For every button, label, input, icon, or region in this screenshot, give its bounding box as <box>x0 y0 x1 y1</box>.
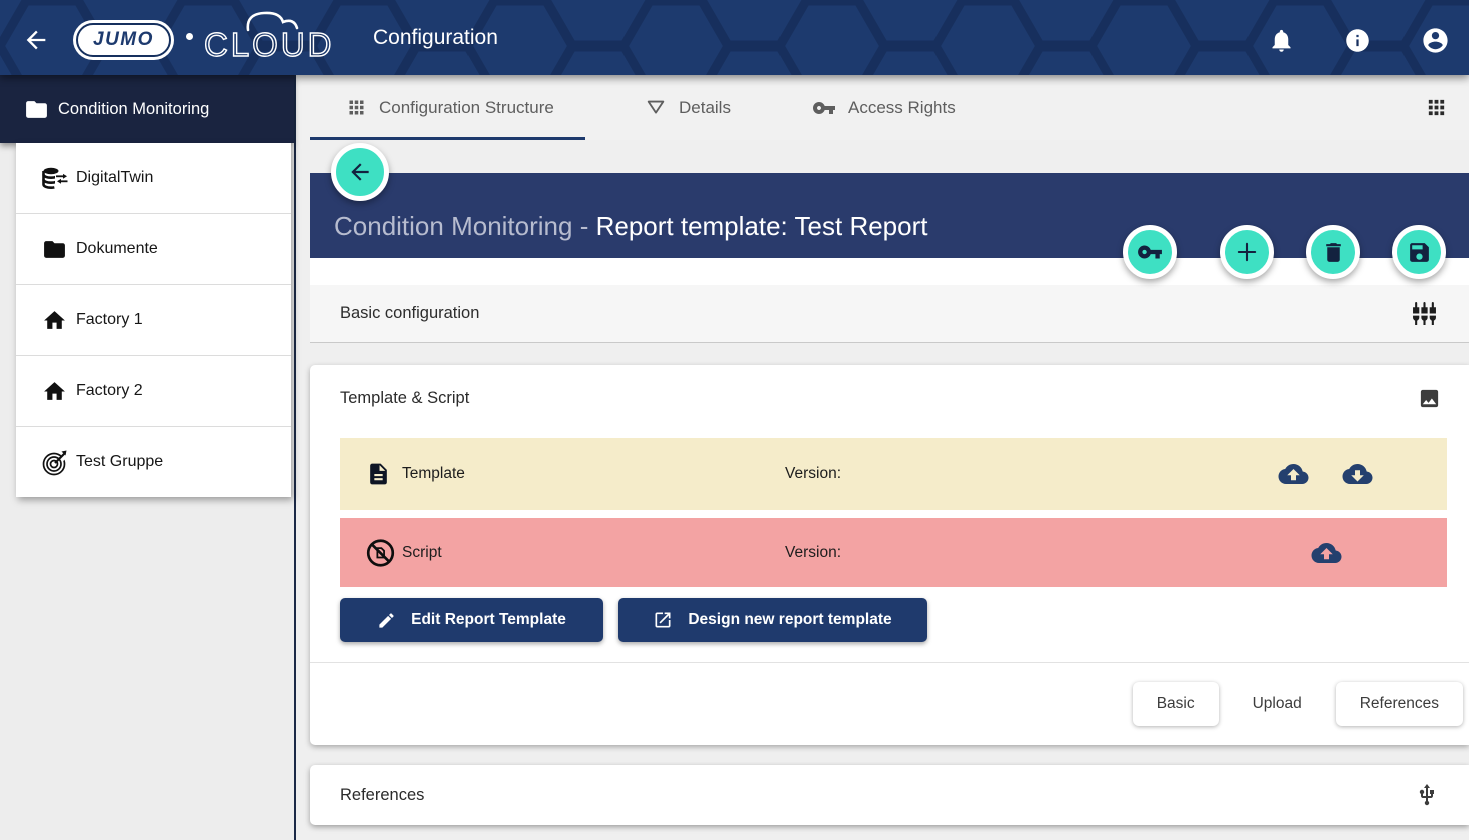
save-fab-button[interactable] <box>1392 225 1446 279</box>
notifications-bell-icon[interactable] <box>1268 27 1295 54</box>
add-fab-button[interactable] <box>1220 225 1274 279</box>
banner-report-title: Report template: Test Report <box>596 211 928 241</box>
toggle-basic[interactable]: Basic <box>1133 682 1219 726</box>
design-new-report-template-button[interactable]: Design new report template <box>618 598 927 642</box>
key-icon <box>812 96 836 120</box>
top-app-bar: JUMO CLOUD Configuration <box>0 0 1469 75</box>
edit-pencil-icon <box>377 611 396 630</box>
navigation-sidebar: Condition Monitoring DigitalTwin Dokumen… <box>0 75 296 840</box>
basic-configuration-panel[interactable]: Basic configuration <box>310 285 1469 343</box>
back-fab-button[interactable] <box>331 143 389 201</box>
open-in-new-icon <box>653 610 673 630</box>
home-icon <box>42 379 67 404</box>
sidebar-item-factory-2[interactable]: Factory 2 <box>16 356 291 427</box>
template-script-card: Template & Script Template Version: <box>310 365 1469 745</box>
tab-label: Configuration Structure <box>379 98 554 118</box>
target-icon <box>42 450 68 476</box>
sidebar-item-label: Test Gruppe <box>76 427 163 497</box>
sidebar-item-factory-1[interactable]: Factory 1 <box>16 285 291 356</box>
cloud-download-icon[interactable] <box>1341 462 1374 487</box>
row-label: Script <box>402 544 442 562</box>
row-label: Template <box>402 465 465 483</box>
cloud-logo: CLOUD <box>200 8 350 68</box>
version-label: Version: <box>785 544 841 562</box>
script-disabled-icon <box>366 538 395 567</box>
banner-footer-strip <box>310 258 1469 285</box>
view-toggle-group: Basic Upload References <box>1133 681 1463 727</box>
funnel-icon <box>645 97 667 119</box>
toggle-references[interactable]: References <box>1336 682 1463 726</box>
grid-apps-icon[interactable] <box>1425 96 1448 119</box>
cloud-upload-icon[interactable] <box>1310 540 1343 565</box>
sidebar-item-label: Dokumente <box>76 214 158 284</box>
sidebar-items-card: DigitalTwin Dokumente Factory 1 Factory … <box>16 143 291 497</box>
panel-label: Basic configuration <box>340 285 479 342</box>
card-title: Template & Script <box>340 389 469 408</box>
tab-bar: Configuration Structure Details Access R… <box>296 75 1469 140</box>
sidebar-item-label: DigitalTwin <box>76 143 153 213</box>
banner-title: Condition Monitoring - Report template: … <box>334 211 927 242</box>
back-arrow-icon[interactable] <box>22 26 50 54</box>
document-icon <box>366 462 391 487</box>
tab-label: Access Rights <box>848 98 956 118</box>
sidebar-header-condition-monitoring[interactable]: Condition Monitoring <box>0 75 294 143</box>
tab-access-rights[interactable]: Access Rights <box>812 75 956 140</box>
version-label: Version: <box>785 465 841 483</box>
jumo-logo: JUMO <box>76 23 171 57</box>
database-sync-icon <box>42 166 68 191</box>
sidebar-item-test-gruppe[interactable]: Test Gruppe <box>16 427 291 497</box>
edit-report-template-button[interactable]: Edit Report Template <box>340 598 603 642</box>
sidebar-item-label: Factory 1 <box>76 285 143 355</box>
button-label: Edit Report Template <box>411 611 566 629</box>
account-icon[interactable] <box>1421 26 1450 55</box>
button-label: Design new report template <box>688 611 891 629</box>
sidebar-header-label: Condition Monitoring <box>58 75 209 143</box>
tab-details[interactable]: Details <box>645 75 731 140</box>
access-rights-fab-button[interactable] <box>1123 225 1177 279</box>
main-content: Configuration Structure Details Access R… <box>296 75 1469 840</box>
save-icon <box>1407 240 1432 265</box>
card-divider <box>310 662 1469 663</box>
key-icon <box>1137 239 1163 265</box>
delete-icon <box>1321 240 1346 265</box>
tab-configuration-structure[interactable]: Configuration Structure <box>346 75 554 140</box>
folder-icon <box>42 237 67 262</box>
page-title: Configuration <box>373 0 498 75</box>
sidebar-item-label: Factory 2 <box>76 356 143 426</box>
detail-banner: Condition Monitoring - Report template: … <box>310 173 1469 258</box>
toggle-upload[interactable]: Upload <box>1247 682 1308 726</box>
banner-breadcrumb: Condition Monitoring - <box>334 211 596 241</box>
tab-label: Details <box>679 98 731 118</box>
sidebar-item-dokumente[interactable]: Dokumente <box>16 214 291 285</box>
cloud-upload-icon[interactable] <box>1277 462 1310 487</box>
back-arrow-icon <box>347 159 373 185</box>
add-icon <box>1233 238 1261 266</box>
active-tab-underline <box>310 137 585 140</box>
input-component-icon <box>1412 301 1437 326</box>
home-icon <box>42 308 67 333</box>
script-row: Script Version: <box>340 518 1447 587</box>
delete-fab-button[interactable] <box>1306 225 1360 279</box>
logo-separator-dot <box>186 33 193 40</box>
image-icon[interactable] <box>1418 387 1441 410</box>
folder-icon <box>24 97 49 122</box>
sidebar-item-digitaltwin[interactable]: DigitalTwin <box>16 143 291 214</box>
grid-apps-icon <box>346 97 367 118</box>
panel-label: References <box>340 765 424 825</box>
info-icon[interactable] <box>1344 27 1371 54</box>
references-panel[interactable]: References <box>310 765 1469 825</box>
usb-icon <box>1415 783 1439 807</box>
template-row: Template Version: <box>340 438 1447 510</box>
svg-text:CLOUD: CLOUD <box>204 26 335 63</box>
